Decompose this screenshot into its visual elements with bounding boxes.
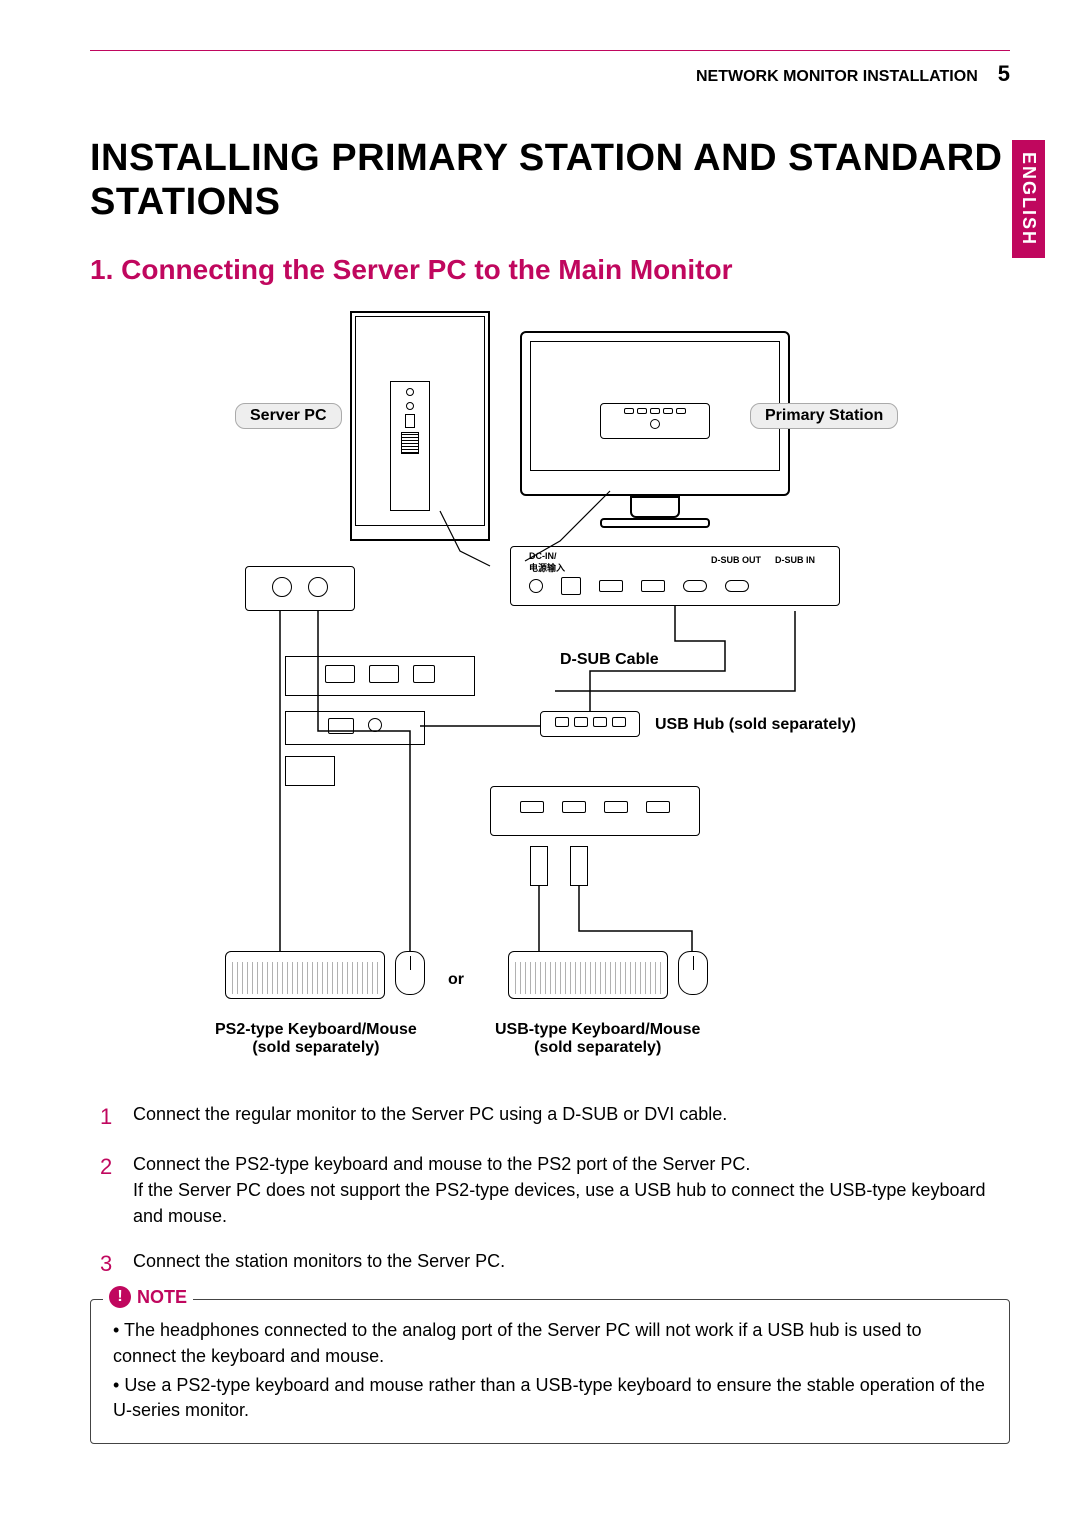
- page-number: 5: [998, 61, 1010, 87]
- section-header: NETWORK MONITOR INSTALLATION: [696, 68, 978, 86]
- usb-hub-label: USB Hub (sold separately): [655, 716, 856, 734]
- step-number: 2: [100, 1151, 118, 1229]
- step-text: Connect the station monitors to the Serv…: [133, 1248, 505, 1280]
- primary-station-label: Primary Station: [750, 403, 898, 429]
- or-label: or: [448, 971, 464, 989]
- dcin-port-label: DC-IN/ 电源输入: [529, 551, 565, 574]
- step-text: Connect the regular monitor to the Serve…: [133, 1101, 727, 1133]
- ps2-kb-sold: (sold separately): [252, 1039, 379, 1056]
- step-number: 3: [100, 1248, 118, 1280]
- server-pc-label: Server PC: [235, 403, 342, 429]
- connection-diagram: Server PC Primary Station DC-IN/ 电源输入 D-…: [180, 311, 920, 1081]
- page-title: INSTALLING PRIMARY STATION AND STANDARD …: [90, 137, 1010, 224]
- dsub-out-label: D-SUB OUT: [711, 555, 761, 565]
- step-number: 1: [100, 1101, 118, 1133]
- ps2-kb-label: PS2-type Keyboard/Mouse: [215, 1021, 417, 1038]
- language-tab: ENGLISH: [1012, 140, 1045, 258]
- usb-kb-label: USB-type Keyboard/Mouse: [495, 1021, 700, 1038]
- note-item: The headphones connected to the analog p…: [113, 1318, 987, 1368]
- dsub-in-label: D-SUB IN: [775, 555, 815, 565]
- note-icon: !: [109, 1286, 131, 1308]
- usb-kb-sold: (sold separately): [534, 1039, 661, 1056]
- step-text: Connect the PS2-type keyboard and mouse …: [133, 1151, 1010, 1229]
- note-item: Use a PS2-type keyboard and mouse rather…: [113, 1373, 987, 1423]
- dsub-cable-label: D-SUB Cable: [560, 651, 659, 669]
- instruction-steps: 1 Connect the regular monitor to the Serv…: [100, 1101, 1010, 1279]
- note-box: ! NOTE The headphones connected to the a…: [90, 1299, 1010, 1444]
- note-label: NOTE: [137, 1287, 187, 1308]
- section-subtitle: 1. Connecting the Server PC to the Main …: [90, 254, 1010, 286]
